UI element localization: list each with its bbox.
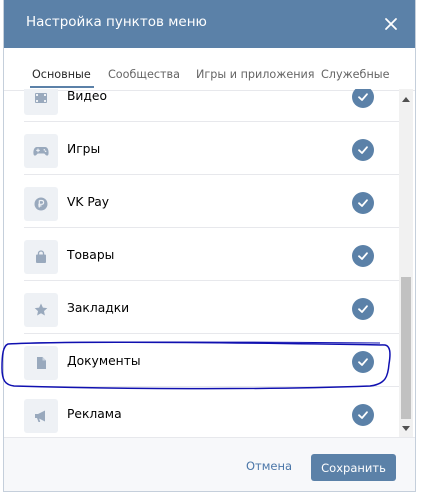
checkmark-icon[interactable] xyxy=(352,139,374,161)
tab-games-apps[interactable]: Игры и приложения xyxy=(196,68,315,81)
tab-service[interactable]: Служебные xyxy=(321,68,389,81)
list-item-video: Видео xyxy=(24,89,399,122)
checkmark-icon[interactable] xyxy=(352,351,374,373)
tab-bar: Основные Сообщества Игры и приложения Сл… xyxy=(4,48,415,91)
star-icon xyxy=(24,293,58,327)
tab-main[interactable]: Основные xyxy=(32,68,91,81)
save-button[interactable]: Сохранить xyxy=(311,454,396,481)
video-icon xyxy=(24,89,58,115)
checkmark-icon[interactable] xyxy=(352,245,374,267)
list-item-games: Игры xyxy=(24,122,399,175)
tab-communities[interactable]: Сообщества xyxy=(108,68,180,81)
list-item-label: Закладки xyxy=(67,301,130,315)
list-item-goods: Товары xyxy=(24,228,399,281)
scroll-up-arrow-icon[interactable] xyxy=(402,97,410,102)
list-item-ads: Реклама xyxy=(24,387,399,437)
active-tab-indicator xyxy=(30,86,94,88)
shopping-bag-icon xyxy=(24,240,58,274)
menu-settings-dialog: Настройка пунктов меню Основные Сообщест… xyxy=(3,0,416,492)
megaphone-icon xyxy=(24,399,58,433)
scrollbar-thumb[interactable] xyxy=(401,277,411,419)
checkmark-icon[interactable] xyxy=(352,404,374,426)
dialog-header: Настройка пунктов меню xyxy=(4,0,415,48)
cancel-button[interactable]: Отмена xyxy=(246,459,292,473)
close-icon[interactable] xyxy=(381,14,401,34)
list-item-label: Товары xyxy=(67,248,115,262)
checkmark-icon[interactable] xyxy=(352,89,374,108)
list-item-vk-pay: VK Pay xyxy=(24,175,399,228)
gamepad-icon xyxy=(24,134,58,168)
document-icon xyxy=(24,346,58,380)
scrollbar[interactable] xyxy=(399,89,413,437)
checkmark-icon[interactable] xyxy=(352,298,374,320)
checkmark-icon[interactable] xyxy=(352,192,374,214)
list-item-label: Видео xyxy=(67,89,108,103)
list-item-bookmarks: Закладки xyxy=(24,281,399,334)
list-item-documents: Документы xyxy=(24,334,399,387)
list-item-label: Документы xyxy=(67,354,141,368)
ruble-coin-icon xyxy=(24,187,58,221)
scroll-down-arrow-icon[interactable] xyxy=(402,426,410,431)
dialog-footer: Отмена Сохранить xyxy=(4,437,415,491)
list-item-label: VK Pay xyxy=(67,195,110,209)
list-item-label: Игры xyxy=(67,142,101,156)
list-item-label: Реклама xyxy=(67,407,122,421)
dialog-title: Настройка пунктов меню xyxy=(26,14,207,30)
menu-items-list: Видео Игры VK Pay Товары Закладки Докуме… xyxy=(4,89,399,437)
